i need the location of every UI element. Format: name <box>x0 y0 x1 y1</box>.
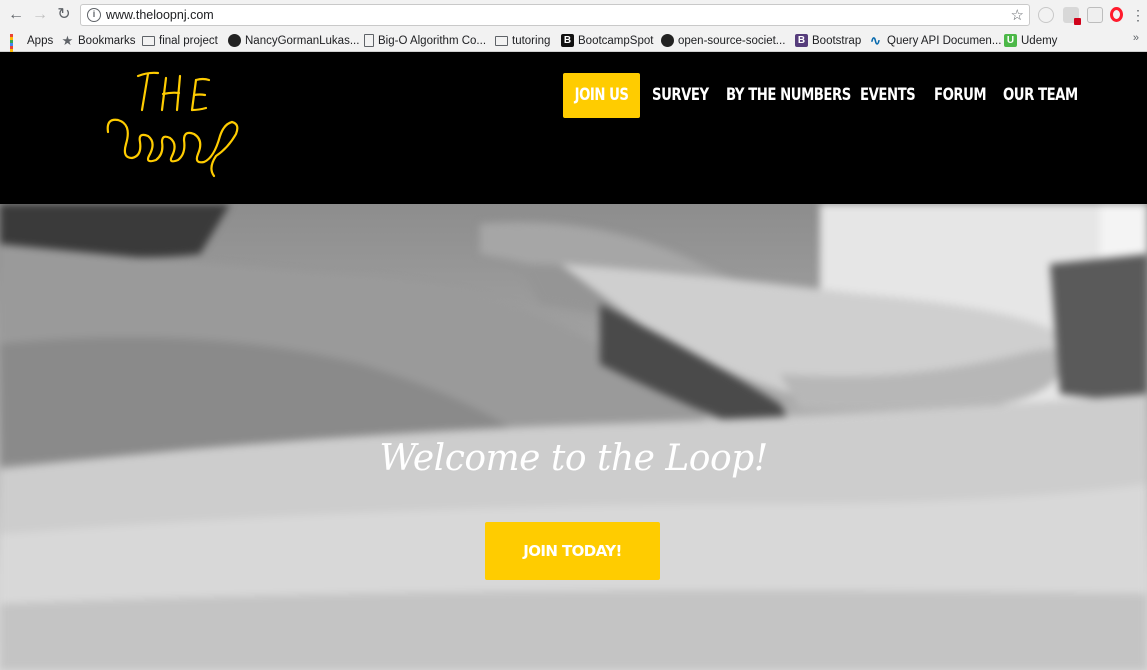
bookmark-bootstrap[interactable]: B Bootstrap <box>795 32 861 49</box>
menu-icon[interactable]: ⋮ <box>1128 5 1147 25</box>
reload-icon[interactable]: ↻ <box>54 5 74 25</box>
browser-chrome: ← → ↻ i www.theloopnj.com ☆ ⋮ Apps ★ Boo… <box>0 0 1147 61</box>
extension-icon[interactable] <box>1087 7 1103 23</box>
star-icon: ★ <box>61 33 74 48</box>
site-info-icon[interactable]: i <box>87 8 101 22</box>
hero-background-photo <box>0 204 1147 670</box>
folder-icon <box>142 36 155 46</box>
bookmark-label: NancyGormanLukas... <box>245 34 360 47</box>
site-header: JOIN US SURVEY BY THE NUMBERS EVENTS FOR… <box>0 52 1147 204</box>
bookmark-label: final project <box>159 34 218 47</box>
extension-icon[interactable] <box>1063 7 1081 25</box>
back-arrow-icon[interactable]: ← <box>6 5 26 25</box>
nav-events-link[interactable]: EVENTS <box>860 73 916 117</box>
opera-icon[interactable] <box>1110 7 1123 22</box>
github-icon <box>661 34 674 47</box>
bookmark-label: open-source-societ... <box>678 34 786 47</box>
hero-section: Welcome to the Loop! JOIN TODAY! <box>0 204 1147 670</box>
bookmark-label: BootcampSpot <box>578 34 654 47</box>
bookmark-github-nancy[interactable]: NancyGormanLukas... <box>228 32 359 49</box>
bookmark-bootcampspot[interactable]: B BootcampSpot <box>561 32 653 49</box>
apps-grid-icon <box>10 34 23 61</box>
nav-by-the-numbers-link[interactable]: BY THE NUMBERS <box>726 73 851 117</box>
bookmark-jquery-api[interactable]: ∿ Query API Documen... <box>870 32 1001 49</box>
hero-title: Welcome to the Loop! <box>379 438 768 479</box>
jquery-icon: ∿ <box>870 33 881 48</box>
bookmark-label: Apps <box>27 34 54 47</box>
browser-toolbar: ← → ↻ i www.theloopnj.com ☆ ⋮ <box>0 0 1147 30</box>
nav-forum-link[interactable]: FORUM <box>934 73 987 117</box>
join-today-button[interactable]: JOIN TODAY! <box>485 522 660 580</box>
bookmark-star-icon[interactable]: ☆ <box>1011 6 1024 24</box>
page-icon <box>364 34 374 47</box>
bootcampspot-icon: B <box>561 34 574 47</box>
bookmark-label: tutoring <box>512 34 551 47</box>
join-today-label: JOIN TODAY! <box>523 542 622 560</box>
bookmark-open-source-society[interactable]: open-source-societ... <box>661 32 785 49</box>
bookmark-label: Query API Documen... <box>887 34 1002 47</box>
folder-icon <box>495 36 508 46</box>
nav-join-us-button[interactable]: JOIN US <box>563 73 640 118</box>
github-icon <box>228 34 241 47</box>
bookmark-bookmarks[interactable]: ★ Bookmarks <box>61 32 136 49</box>
bookmark-big-o[interactable]: Big-O Algorithm Co... <box>364 32 486 49</box>
bookmark-label: Big-O Algorithm Co... <box>378 34 487 47</box>
nav-survey-link[interactable]: SURVEY <box>652 73 709 117</box>
bootstrap-icon: B <box>795 34 808 47</box>
the-loop-logo[interactable] <box>104 70 244 180</box>
udemy-icon: U <box>1004 34 1017 47</box>
nav-join-us-label: JOIN US <box>574 85 629 105</box>
bookmark-apps[interactable]: Apps <box>10 32 54 61</box>
bookmark-label: Udemy <box>1021 34 1058 47</box>
bookmark-final-project[interactable]: final project <box>142 32 218 49</box>
url-text[interactable]: www.theloopnj.com <box>106 8 214 22</box>
forward-arrow-icon[interactable]: → <box>30 5 50 25</box>
nav-our-team-link[interactable]: OUR TEAM <box>1003 73 1078 117</box>
extension-icon[interactable] <box>1038 7 1054 23</box>
bookmarks-bar: Apps ★ Bookmarks final project NancyGorm… <box>0 30 1147 61</box>
bookmark-tutoring[interactable]: tutoring <box>495 32 550 49</box>
bookmark-udemy[interactable]: U Udemy <box>1004 32 1057 49</box>
bookmark-label: Bootstrap <box>812 34 862 47</box>
bookmark-label: Bookmarks <box>78 34 136 47</box>
bookmarks-overflow-chevron-icon[interactable]: » <box>1133 32 1139 44</box>
address-bar[interactable]: i www.theloopnj.com ☆ <box>80 4 1030 26</box>
